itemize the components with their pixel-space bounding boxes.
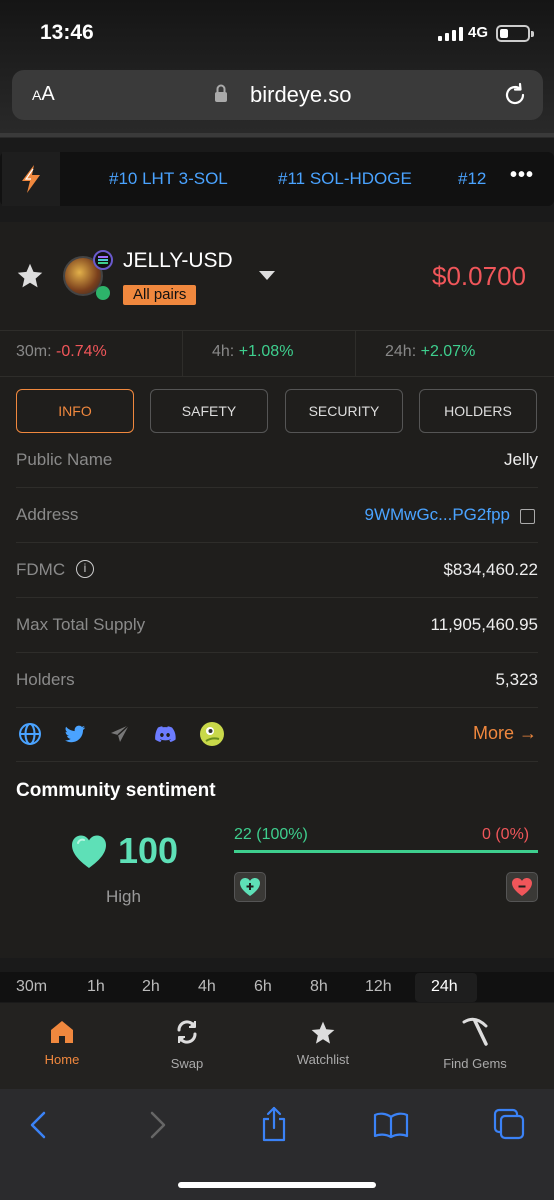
timeframe-2h[interactable]: 2h [142, 978, 160, 996]
timeframe-4h[interactable]: 4h [198, 978, 216, 996]
more-menu-button[interactable]: ••• [510, 164, 534, 187]
battery-icon [496, 25, 534, 42]
back-icon[interactable] [28, 1111, 48, 1139]
divider [16, 487, 538, 488]
nav-swap[interactable]: Swap [166, 1056, 208, 1071]
lightning-icon [22, 165, 40, 193]
verified-shield-icon [96, 286, 110, 300]
page-top-edge [0, 133, 554, 137]
sentiment-level: High [106, 887, 141, 906]
heart-plus-icon [240, 878, 260, 896]
forward-icon[interactable] [148, 1111, 168, 1139]
tab-safety[interactable]: SAFETY [150, 389, 268, 433]
pair-name: JELLY-USD [123, 249, 233, 272]
home-indicator [178, 1182, 376, 1188]
chevron-down-icon[interactable] [259, 271, 275, 280]
tabs-icon[interactable] [493, 1108, 525, 1140]
nav-home[interactable]: Home [42, 1052, 82, 1067]
telegram-icon[interactable] [108, 722, 132, 746]
pickaxe-icon[interactable] [460, 1016, 490, 1046]
ticker-item[interactable]: #11 SOL-HDOGE [278, 169, 412, 189]
timeframe-30m[interactable]: 30m [16, 978, 47, 996]
text-size-button[interactable]: AA [32, 83, 55, 106]
change-24h: 24h: +2.07% [385, 343, 476, 360]
timeframe-6h[interactable]: 6h [254, 978, 272, 996]
timeframe-24h[interactable]: 24h [431, 978, 458, 996]
divider [16, 542, 538, 543]
timeframe-1h[interactable]: 1h [87, 978, 105, 996]
twitter-icon[interactable] [63, 722, 87, 746]
holders-label: Holders [16, 670, 75, 689]
timeframe-12h[interactable]: 12h [365, 978, 392, 996]
reload-icon[interactable] [502, 82, 528, 108]
address-bar[interactable]: AA birdeye.so [12, 70, 543, 120]
token-price: $0.0700 [432, 261, 526, 291]
heart-icon [72, 835, 106, 868]
ticker-item[interactable]: #12 [458, 169, 486, 189]
birdeye-logo[interactable] [2, 152, 60, 206]
nav-find-gems[interactable]: Find Gems [437, 1056, 513, 1071]
swap-icon[interactable] [174, 1019, 200, 1045]
bookmarks-icon[interactable] [373, 1111, 409, 1139]
change-4h: 4h: +1.08% [212, 343, 294, 360]
divider [0, 376, 554, 377]
vote-positive-button[interactable] [234, 872, 266, 902]
fdmc-value: $834,460.22 [443, 560, 538, 579]
lock-icon [215, 84, 227, 102]
globe-icon[interactable] [18, 722, 42, 746]
copy-icon[interactable] [520, 509, 535, 524]
sentiment-title: Community sentiment [16, 780, 216, 801]
info-icon[interactable]: i [76, 560, 94, 578]
nav-watchlist[interactable]: Watchlist [289, 1052, 357, 1067]
tab-security[interactable]: SECURITY [285, 389, 403, 433]
discord-icon[interactable] [153, 722, 177, 746]
divider [16, 652, 538, 653]
star-icon[interactable] [16, 262, 44, 290]
divider [16, 707, 538, 708]
fdmc-label: FDMC [16, 560, 66, 579]
positive-votes: 22 (100%) [234, 826, 308, 843]
sentiment-score: 100 [118, 830, 179, 871]
timeframe-8h[interactable]: 8h [310, 978, 328, 996]
max-supply-label: Max Total Supply [16, 615, 146, 634]
heart-minus-icon [512, 878, 532, 896]
public-name-label: Public Name [16, 450, 113, 469]
ticker-item[interactable]: #10 LHT 3-SOL [109, 169, 228, 189]
holders-value: 5,323 [495, 670, 538, 689]
coingecko-icon[interactable] [199, 721, 225, 747]
tab-info[interactable]: INFO [16, 389, 134, 433]
vote-negative-button[interactable] [506, 872, 538, 902]
tab-holders[interactable]: HOLDERS [419, 389, 537, 433]
trending-ticker: #10 LHT 3-SOL #11 SOL-HDOGE #12 ••• [0, 152, 554, 206]
max-supply-value: 11,905,460.95 [430, 615, 538, 634]
divider [16, 597, 538, 598]
star-icon[interactable] [310, 1020, 336, 1046]
network-type: 4G [468, 24, 489, 41]
status-time: 13:46 [40, 21, 94, 44]
change-30m: 30m: -0.74% [16, 343, 107, 360]
signal-icon [438, 27, 463, 41]
divider [355, 330, 356, 376]
address-label: Address [16, 505, 79, 524]
sentiment-bar [234, 850, 538, 853]
home-icon[interactable] [49, 1019, 75, 1045]
address-link[interactable]: 9WMwGc...PG2fpp [365, 505, 510, 525]
divider [182, 330, 183, 376]
all-pairs-badge[interactable]: All pairs [123, 285, 197, 305]
solana-icon [93, 250, 113, 270]
url-text[interactable]: birdeye.so [250, 82, 352, 108]
more-links-button[interactable]: More → [473, 723, 537, 744]
public-name-value: Jelly [503, 450, 538, 469]
share-icon[interactable] [259, 1106, 289, 1142]
divider [0, 330, 554, 331]
divider [16, 761, 538, 762]
negative-votes: 0 (0%) [482, 826, 530, 843]
